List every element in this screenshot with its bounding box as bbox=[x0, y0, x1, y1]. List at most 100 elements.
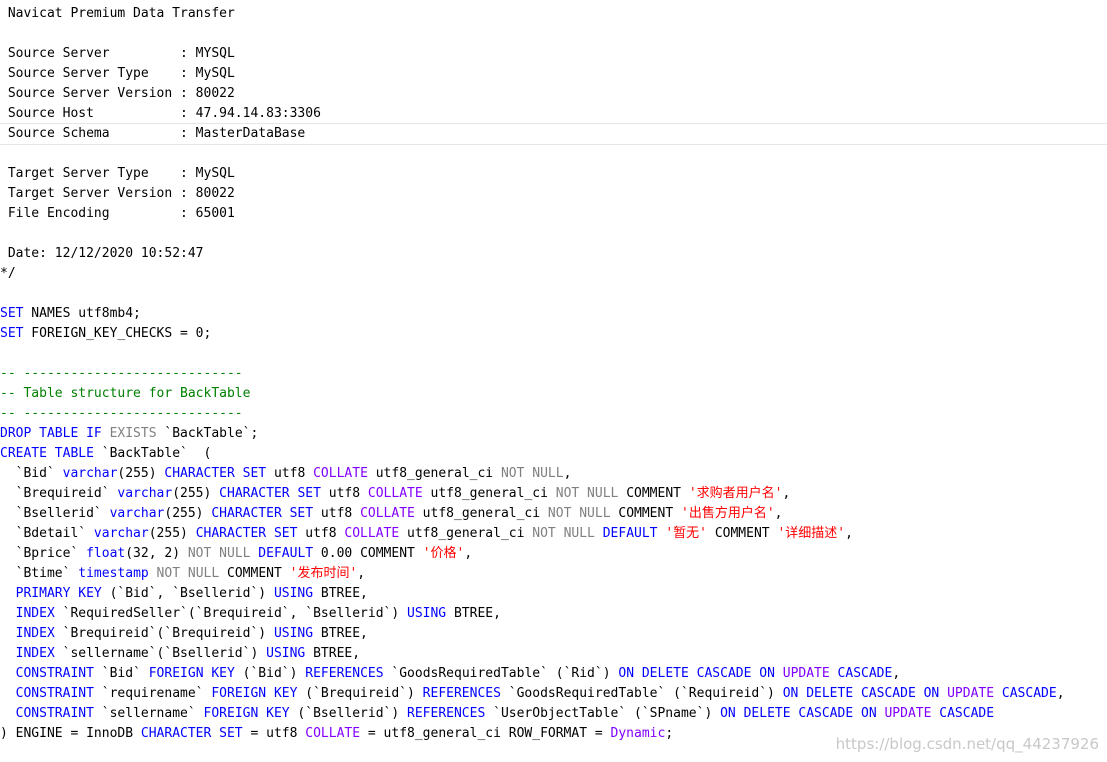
code-line: `Brequireid` varchar(255) CHARACTER SET … bbox=[0, 484, 1107, 504]
sql-comment: -- ---------------------------- bbox=[0, 366, 243, 381]
sql-text: `Bid` bbox=[0, 466, 63, 481]
sql-editor[interactable]: Navicat Premium Data Transfer Source Ser… bbox=[0, 4, 1107, 744]
sql-text: , bbox=[845, 526, 853, 541]
sql-keyword: ON DELETE CASCADE ON bbox=[720, 706, 877, 721]
code-line: CONSTRAINT `sellername` FOREIGN KEY (`Bs… bbox=[0, 704, 1107, 724]
sql-keyword: DEFAULT bbox=[594, 526, 666, 541]
code-line: INDEX `RequiredSeller`(`Brequireid`, `Bs… bbox=[0, 604, 1107, 624]
sql-text: `Bid` bbox=[93, 666, 149, 681]
sql-null-keyword: EXISTS bbox=[101, 426, 157, 441]
sql-text: (255) bbox=[164, 506, 212, 521]
sql-text: utf8 bbox=[313, 506, 361, 521]
sql-text: 0.00 COMMENT bbox=[313, 546, 423, 561]
code-line: SET NAMES utf8mb4; bbox=[0, 304, 1107, 324]
sql-keyword: ON DELETE CASCADE ON bbox=[618, 666, 775, 681]
code-line: `Bsellerid` varchar(255) CHARACTER SET u… bbox=[0, 504, 1107, 524]
sql-keyword: CASCADE bbox=[994, 686, 1057, 701]
sql-text: `BackTable`; bbox=[156, 426, 259, 441]
header-label: Target Server Type : bbox=[0, 166, 196, 181]
header-value: 65001 bbox=[195, 206, 235, 221]
header-line: Source Server Version : 80022 bbox=[0, 84, 1107, 104]
code-line: -- Table structure for BackTable bbox=[0, 384, 1107, 404]
sql-keyword: PRIMARY KEY bbox=[15, 586, 102, 601]
sql-function: COLLATE bbox=[313, 466, 368, 481]
code-line: -- ---------------------------- bbox=[0, 404, 1107, 424]
sql-keyword: USING bbox=[273, 626, 314, 641]
sql-text: `Brequireid`(`Brequireid`) bbox=[54, 626, 274, 641]
watermark: https://blog.csdn.net/qq_44237926 bbox=[835, 735, 1099, 753]
sql-keyword: SET bbox=[0, 326, 24, 341]
sql-text: COMMENT bbox=[610, 506, 681, 521]
sql-function: COLLATE bbox=[344, 526, 400, 541]
header-value: MasterDataBase bbox=[195, 126, 306, 141]
sql-text: FOREIGN_KEY_CHECKS = 0; bbox=[23, 326, 212, 341]
header-label: */ bbox=[0, 266, 16, 281]
sql-string: '价格' bbox=[422, 546, 465, 561]
sql-string: '详细描述' bbox=[777, 526, 846, 541]
sql-keyword: INDEX bbox=[15, 606, 55, 621]
sql-text: , bbox=[464, 546, 473, 561]
header-label: Source Server Version : bbox=[0, 86, 196, 101]
sql-function: UPDATE bbox=[939, 686, 995, 701]
sql-function: COLLATE bbox=[367, 486, 423, 501]
sql-text: `Btime` bbox=[0, 566, 79, 581]
code-line: -- ---------------------------- bbox=[0, 364, 1107, 384]
sql-function: Dynamic bbox=[610, 726, 666, 741]
sql-keyword: CHARACTER SET bbox=[164, 466, 267, 481]
sql-text: , bbox=[1056, 686, 1065, 701]
sql-keyword: CREATE TABLE bbox=[0, 446, 94, 461]
code-line: CREATE TABLE `BackTable` ( bbox=[0, 444, 1107, 464]
header-label: Navicat Premium Data Transfer bbox=[0, 6, 235, 21]
sql-text: COMMENT bbox=[219, 566, 290, 581]
sql-text: `Bsellerid` bbox=[0, 506, 110, 521]
sql-text: , bbox=[774, 506, 783, 521]
code-line: CONSTRAINT `Bid` FOREIGN KEY (`Bid`) REF… bbox=[0, 664, 1107, 684]
code-line: INDEX `Brequireid`(`Brequireid`) USING B… bbox=[0, 624, 1107, 644]
header-line: Target Server Type : MySQL bbox=[0, 164, 1107, 184]
sql-string: '暂无' bbox=[665, 526, 707, 541]
sql-string: '求购者用户名' bbox=[688, 486, 783, 501]
sql-text: = utf8 bbox=[242, 726, 306, 741]
sql-null-keyword: NOT NULL bbox=[555, 486, 619, 501]
sql-string: '发布时间' bbox=[289, 566, 358, 581]
sql-keyword: REFERENCES bbox=[422, 686, 501, 701]
sql-text: `GoodsRequiredTable` (`Requireid`) bbox=[500, 686, 783, 701]
header-label: Source Schema : bbox=[0, 126, 196, 141]
sql-keyword: CASCADE bbox=[829, 666, 893, 681]
sql-text: , bbox=[357, 566, 366, 581]
header-comment-block: Navicat Premium Data Transfer Source Ser… bbox=[0, 4, 1107, 284]
sql-keyword: REFERENCES bbox=[305, 666, 384, 681]
header-line: Source Schema : MasterDataBase bbox=[0, 123, 1107, 145]
sql-keyword: CONSTRAINT bbox=[15, 666, 94, 681]
sql-text: utf8 bbox=[266, 466, 314, 481]
sql-keyword: REFERENCES bbox=[407, 706, 486, 721]
sql-text: `sellername` bbox=[93, 706, 204, 721]
sql-null-keyword: NOT NULL bbox=[500, 466, 564, 481]
code-line: DROP TABLE IF EXISTS `BackTable`; bbox=[0, 424, 1107, 444]
sql-text: NAMES utf8mb4; bbox=[23, 306, 141, 321]
sql-null-keyword: NOT NULL bbox=[532, 526, 595, 541]
sql-keyword: timestamp bbox=[78, 566, 149, 581]
sql-comment: -- Table structure for BackTable bbox=[0, 386, 251, 401]
code-line: `Btime` timestamp NOT NULL COMMENT '发布时间… bbox=[0, 564, 1107, 584]
sql-code-block: SET NAMES utf8mb4; SET FOREIGN_KEY_CHECKS… bbox=[0, 284, 1107, 744]
sql-text: `requirename` bbox=[93, 686, 212, 701]
header-label: Source Server : bbox=[0, 46, 196, 61]
sql-text: BTREE, bbox=[305, 646, 361, 661]
sql-string: '出售方用户名' bbox=[681, 506, 775, 521]
sql-text: COMMENT bbox=[618, 486, 689, 501]
sql-keyword: CHARACTER SET bbox=[211, 506, 314, 521]
header-line bbox=[0, 144, 1107, 164]
sql-text: `sellername`(`Bsellerid`) bbox=[54, 646, 267, 661]
sql-text: , bbox=[563, 466, 572, 481]
header-line: Target Server Version : 80022 bbox=[0, 184, 1107, 204]
sql-text: `GoodsRequiredTable` (`Rid`) bbox=[383, 666, 619, 681]
sql-text: utf8_general_ci bbox=[367, 466, 501, 481]
sql-text: `Bdetail` bbox=[0, 526, 94, 541]
